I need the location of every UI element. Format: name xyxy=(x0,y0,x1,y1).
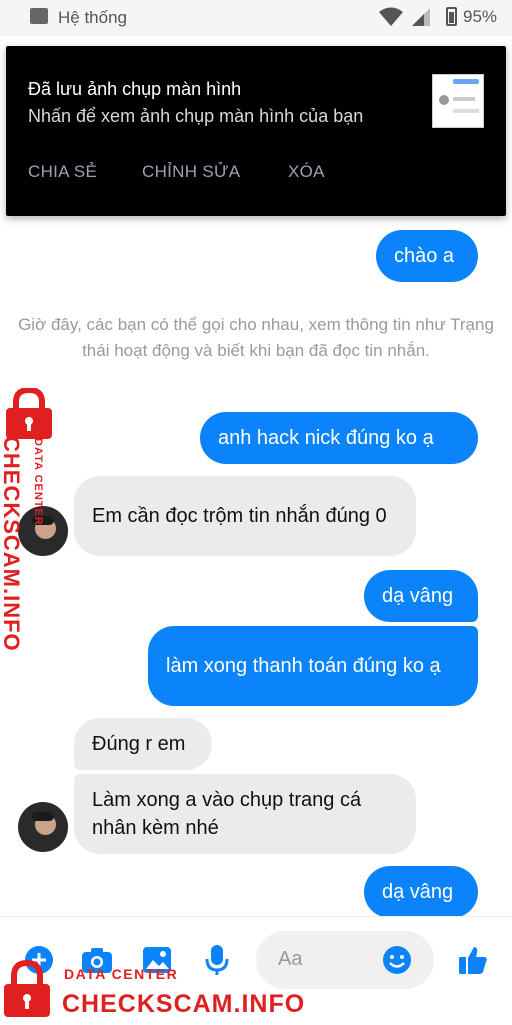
watermark-big: CHECKSCAM.INFO xyxy=(62,990,306,1018)
message-text: anh hack nick đúng ko ạ xyxy=(218,427,434,449)
status-bar: Hệ thống 95% xyxy=(0,0,512,36)
status-label: Hệ thống xyxy=(58,8,127,27)
message-text: làm xong thanh toán đúng ko ạ xyxy=(166,655,441,677)
battery-icon xyxy=(446,7,457,26)
message-bubble[interactable]: làm xong thanh toán đúng ko ạ xyxy=(148,626,478,706)
message-bubble[interactable]: dạ vâng xyxy=(364,570,478,622)
message-placeholder: Aa xyxy=(278,948,303,970)
edit-button[interactable]: CHỈNH SỬA xyxy=(142,162,240,182)
message-text: chào a xyxy=(394,245,455,267)
signal-icon xyxy=(412,8,430,26)
avatar[interactable] xyxy=(18,802,68,852)
lock-icon xyxy=(4,960,50,1017)
notification-title: Đã lưu ảnh chụp màn hình xyxy=(28,79,242,99)
message-text: Em cần đọc trộm tin nhắn đúng 0 xyxy=(92,505,387,527)
wifi-icon xyxy=(379,7,403,26)
lock-icon xyxy=(6,388,52,439)
message-bubble[interactable]: chào a xyxy=(376,230,478,282)
message-input[interactable]: Aa xyxy=(256,931,434,989)
microphone-icon[interactable] xyxy=(200,943,234,977)
emoji-icon[interactable] xyxy=(382,945,412,975)
watermark-small: DATA CENTER xyxy=(64,966,179,982)
share-button[interactable]: CHIA SẺ xyxy=(28,162,97,182)
battery-percent: 95% xyxy=(463,7,498,26)
message-text: Làm xong a vào chụp trang cá nhân kèm nh… xyxy=(92,789,362,839)
delete-button[interactable]: XÓA xyxy=(288,162,325,182)
screenshot-notification[interactable]: Đã lưu ảnh chụp màn hình Nhấn để xem ảnh… xyxy=(6,46,506,216)
message-text: dạ vâng xyxy=(382,585,454,607)
message-text: Đúng r em xyxy=(92,733,186,755)
message-bubble[interactable]: anh hack nick đúng ko ạ xyxy=(200,412,478,464)
message-bubble[interactable]: Em cần đọc trộm tin nhắn đúng 0 xyxy=(74,476,416,556)
system-message: Giờ đây, các bạn có thể gọi cho nhau, xe… xyxy=(18,315,494,360)
screenshot-thumbnail[interactable] xyxy=(432,74,484,128)
message-bubble[interactable]: Làm xong a vào chụp trang cá nhân kèm nh… xyxy=(74,774,416,854)
watermark-small-vertical: DATA CENTER xyxy=(32,438,44,526)
notification-body: Nhấn để xem ảnh chụp màn hình của bạn xyxy=(28,106,364,126)
watermark-big-vertical: CHECKSCAM.INFO xyxy=(0,436,24,652)
image-icon xyxy=(30,8,48,24)
message-bubble[interactable]: dạ vâng xyxy=(364,866,478,918)
message-bubble[interactable]: Đúng r em xyxy=(74,718,212,770)
thumbs-up-icon[interactable] xyxy=(456,943,490,977)
message-text: dạ vâng xyxy=(382,881,454,903)
